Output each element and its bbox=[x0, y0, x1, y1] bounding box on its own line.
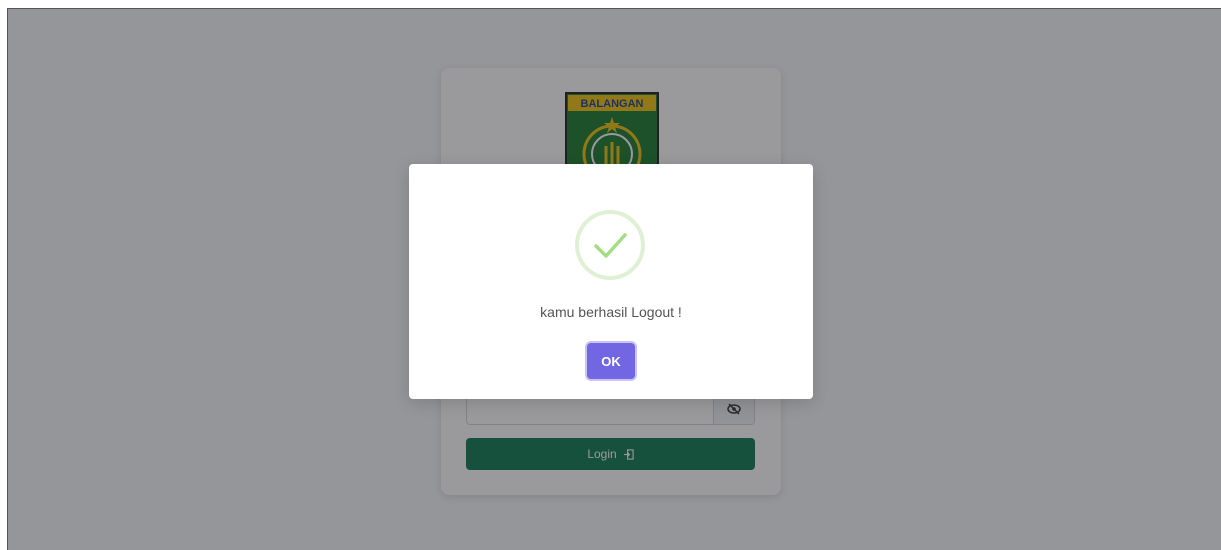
checkmark-icon bbox=[594, 233, 627, 258]
alert-message: kamu berhasil Logout ! bbox=[540, 304, 682, 320]
logout-alert-modal: kamu berhasil Logout ! OK bbox=[409, 164, 813, 399]
success-icon bbox=[575, 210, 645, 280]
browser-viewport: BALANGAN Login kamu berhasil Logout ! OK bbox=[7, 8, 1221, 550]
ok-button[interactable]: OK bbox=[587, 343, 635, 379]
